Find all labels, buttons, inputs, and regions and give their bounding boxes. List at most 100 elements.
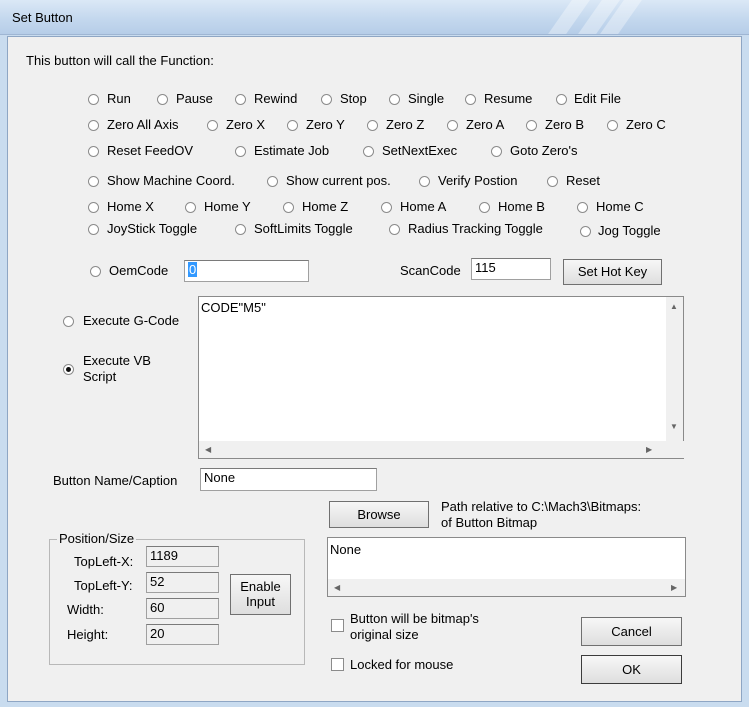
- script-vertical-scrollbar[interactable]: ▲ ▼: [666, 297, 683, 442]
- set-hot-key-button[interactable]: Set Hot Key: [563, 259, 662, 285]
- label-zero-a: Zero A: [466, 117, 505, 132]
- radio-zero-all[interactable]: [88, 120, 99, 131]
- radio-softlimits[interactable]: [235, 224, 246, 235]
- window-title: Set Button: [12, 10, 73, 25]
- label-home-x: Home X: [107, 199, 154, 214]
- topleft-x-label: TopLeft-X:: [74, 554, 134, 569]
- label-show-current: Show current pos.: [286, 173, 391, 188]
- radio-zero-x[interactable]: [207, 120, 218, 131]
- label-softlimits: SoftLimits Toggle: [254, 221, 353, 236]
- radio-oem-code[interactable]: [90, 266, 101, 277]
- radio-rewind[interactable]: [235, 94, 246, 105]
- bitmap-path-box[interactable]: None ◀ ▶: [327, 537, 686, 597]
- script-text: CODE"M5": [201, 300, 266, 315]
- radio-joystick[interactable]: [88, 224, 99, 235]
- radio-reset-feed[interactable]: [88, 146, 99, 157]
- height-input[interactable]: 20: [146, 624, 219, 645]
- radio-home-y[interactable]: [185, 202, 196, 213]
- radio-single[interactable]: [389, 94, 400, 105]
- radio-estimate-job[interactable]: [235, 146, 246, 157]
- bitmap-path-label-line1: Path relative to C:\Mach3\Bitmaps:: [441, 499, 642, 514]
- width-label: Width:: [67, 602, 104, 617]
- label-edit-file: Edit File: [574, 91, 621, 106]
- execute-gcode-label: Execute G-Code: [83, 313, 180, 328]
- scan-code-label: ScanCode: [400, 263, 461, 278]
- ok-button[interactable]: OK: [581, 655, 682, 684]
- radio-zero-a[interactable]: [447, 120, 458, 131]
- label-home-b: Home B: [498, 199, 545, 214]
- radio-zero-y[interactable]: [287, 120, 298, 131]
- label-zero-y: Zero Y: [306, 117, 345, 132]
- scroll-right-arrow[interactable]: ▶: [646, 445, 652, 454]
- label-show-machine: Show Machine Coord.: [107, 173, 235, 188]
- title-bar: Set Button: [0, 0, 749, 35]
- scroll-down-arrow[interactable]: ▼: [670, 422, 678, 431]
- enable-input-button[interactable]: Enable Input: [230, 574, 291, 615]
- position-size-group-label: Position/Size: [57, 531, 137, 546]
- cancel-button[interactable]: Cancel: [581, 617, 682, 646]
- radio-jog-toggle[interactable]: [580, 226, 591, 237]
- oem-code-label: OemCode: [109, 263, 169, 278]
- scroll-left-arrow[interactable]: ◀: [334, 583, 340, 592]
- bitmap-path-value: None: [330, 542, 362, 557]
- script-horizontal-scrollbar[interactable]: ◀ ▶: [199, 441, 685, 458]
- topleft-y-input[interactable]: 52: [146, 572, 219, 593]
- locked-for-mouse-label: Locked for mouse: [350, 657, 454, 672]
- script-editor[interactable]: CODE"M5" ▲ ▼ ◀ ▶: [198, 296, 685, 459]
- radio-zero-z[interactable]: [367, 120, 378, 131]
- radio-stop[interactable]: [321, 94, 332, 105]
- browse-button[interactable]: Browse: [329, 501, 429, 528]
- label-run: Run: [107, 91, 131, 106]
- label-home-z: Home Z: [302, 199, 349, 214]
- radio-zero-c[interactable]: [607, 120, 618, 131]
- radio-home-z[interactable]: [283, 202, 294, 213]
- radio-home-a[interactable]: [381, 202, 392, 213]
- radio-execute-vb-script[interactable]: [63, 364, 74, 375]
- locked-for-mouse-checkbox[interactable]: [331, 658, 344, 671]
- enable-input-line1: Enable: [240, 579, 281, 594]
- width-input[interactable]: 60: [146, 598, 219, 619]
- scroll-up-arrow[interactable]: ▲: [670, 302, 678, 311]
- label-zero-x: Zero X: [226, 117, 266, 132]
- caption-input[interactable]: None: [200, 468, 377, 491]
- radio-execute-gcode[interactable]: [63, 316, 74, 327]
- radio-home-b[interactable]: [479, 202, 490, 213]
- radio-radius-tracking[interactable]: [389, 224, 400, 235]
- oem-code-input[interactable]: 0: [184, 260, 309, 282]
- radio-resume[interactable]: [465, 94, 476, 105]
- bitmap-path-label-line2: of Button Bitmap: [441, 515, 538, 530]
- label-estimate-job: Estimate Job: [254, 143, 330, 158]
- label-home-a: Home A: [400, 199, 447, 214]
- label-verify: Verify Postion: [438, 173, 518, 188]
- radio-pause[interactable]: [157, 94, 168, 105]
- label-single: Single: [408, 91, 445, 106]
- radio-goto-zeros[interactable]: [491, 146, 502, 157]
- radio-run[interactable]: [88, 94, 99, 105]
- label-zero-b: Zero B: [545, 117, 585, 132]
- label-radius-tracking: Radius Tracking Toggle: [408, 221, 543, 236]
- radio-verify[interactable]: [419, 176, 430, 187]
- radio-show-machine[interactable]: [88, 176, 99, 187]
- label-pause: Pause: [176, 91, 213, 106]
- bitmap-horizontal-scrollbar[interactable]: ◀ ▶: [328, 579, 685, 596]
- scan-code-input[interactable]: 115: [471, 258, 551, 280]
- radio-home-c[interactable]: [577, 202, 588, 213]
- bitmap-original-size-line2: original size: [350, 627, 419, 642]
- radio-reset[interactable]: [547, 176, 558, 187]
- label-rewind: Rewind: [254, 91, 298, 106]
- label-zero-z: Zero Z: [386, 117, 425, 132]
- radio-set-next-exec[interactable]: [363, 146, 374, 157]
- radio-zero-b[interactable]: [526, 120, 537, 131]
- topleft-x-input[interactable]: 1189: [146, 546, 219, 567]
- scroll-left-arrow[interactable]: ◀: [205, 445, 211, 454]
- bitmap-original-size-checkbox[interactable]: [331, 619, 344, 632]
- radio-home-x[interactable]: [88, 202, 99, 213]
- topleft-y-label: TopLeft-Y:: [74, 578, 133, 593]
- radio-show-current[interactable]: [267, 176, 278, 187]
- scroll-right-arrow[interactable]: ▶: [671, 583, 677, 592]
- radio-edit-file[interactable]: [556, 94, 567, 105]
- bitmap-original-size-line1: Button will be bitmap's: [350, 611, 479, 626]
- label-stop: Stop: [340, 91, 367, 106]
- label-home-c: Home C: [596, 199, 644, 214]
- label-joystick: JoyStick Toggle: [107, 221, 198, 236]
